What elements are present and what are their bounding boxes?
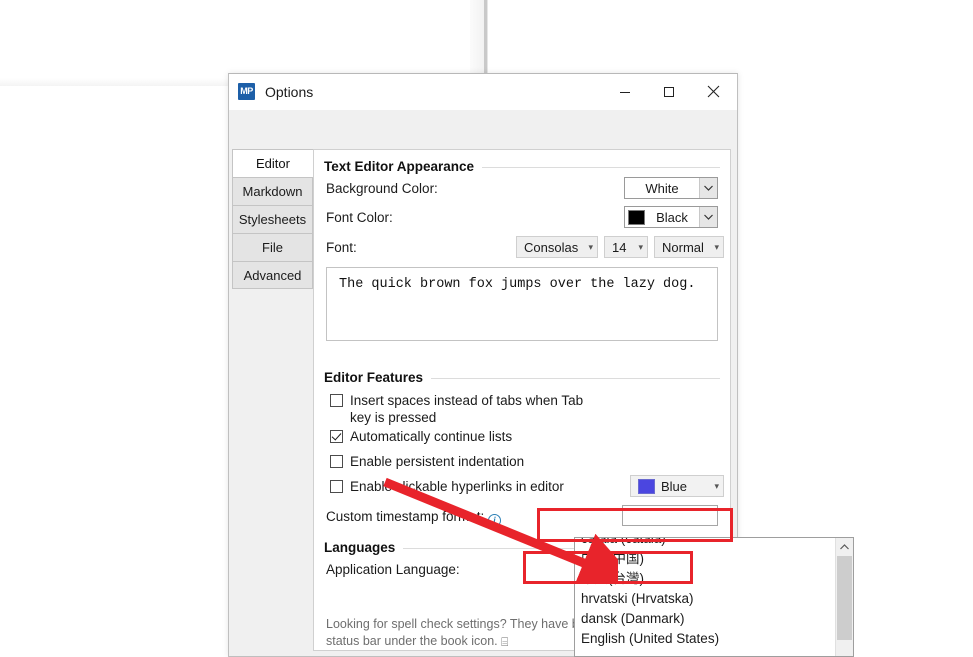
minimize-button[interactable] xyxy=(603,74,647,109)
maximize-button[interactable] xyxy=(647,74,691,109)
font-style-combo[interactable]: Normal ▾ xyxy=(654,236,724,258)
dropdown-item-dansk[interactable]: dansk (Danmark) xyxy=(575,609,837,629)
chevron-down-icon: ▾ xyxy=(588,241,593,252)
chevron-down-icon xyxy=(699,207,717,227)
tab-editor[interactable]: Editor xyxy=(232,149,313,177)
font-preview-box: The quick brown fox jumps over the lazy … xyxy=(326,267,718,341)
spell-check-hint-line-2: status bar under the book icon. xyxy=(326,634,498,648)
tab-stylesheets[interactable]: Stylesheets xyxy=(232,205,313,233)
hyperlink-color-combo[interactable]: Blue ▾ xyxy=(630,475,724,497)
font-size-value: 14 xyxy=(612,239,627,255)
checkbox-insert-spaces[interactable]: Insert spaces instead of tabs when Tab k… xyxy=(324,392,720,428)
label-custom-timestamp-text: Custom timestamp format: xyxy=(326,509,485,524)
checkbox-box[interactable] xyxy=(330,455,343,468)
label-application-language: Application Language: xyxy=(326,562,460,577)
maximize-icon xyxy=(664,86,674,97)
close-button[interactable] xyxy=(691,74,735,109)
dropdown-item-catala[interactable]: català (català) xyxy=(575,538,837,549)
chevron-down-icon: ▾ xyxy=(714,241,719,252)
label-custom-timestamp: Custom timestamp format: i xyxy=(326,509,502,527)
group-title-appearance: Text Editor Appearance xyxy=(324,159,483,174)
row-font: Font: Consolas ▾ 14 ▾ Normal ▾ xyxy=(324,236,724,267)
tab-file[interactable]: File xyxy=(232,233,313,261)
spell-check-hint-line-1: Looking for spell check settings? They h… xyxy=(326,617,614,631)
group-title-features: Editor Features xyxy=(324,370,432,385)
row-font-color: Font Color: Black xyxy=(324,206,720,236)
checkbox-label: Automatically continue lists xyxy=(350,429,513,444)
font-color-value: Black xyxy=(656,209,688,225)
checkbox-clickable-hyperlinks[interactable]: Enable clickable hyperlinks in editor Bl… xyxy=(324,475,724,505)
group-header-features: Editor Features xyxy=(324,369,720,388)
dropdown-scrollbar[interactable] xyxy=(835,538,853,656)
chevron-down-icon: ▾ xyxy=(714,480,719,491)
chevron-down-icon xyxy=(699,178,717,198)
checkbox-box[interactable] xyxy=(330,430,343,443)
background-color-value: White xyxy=(645,180,679,196)
font-style-value: Normal xyxy=(662,239,704,255)
close-icon xyxy=(707,85,719,98)
label-font-color: Font Color: xyxy=(326,210,393,225)
checkbox-box[interactable] xyxy=(330,480,343,493)
tab-markdown[interactable]: Markdown xyxy=(232,177,313,205)
dropdown-item-chinese-traditional[interactable]: 中文(台灣) xyxy=(575,569,837,589)
hyperlink-color-swatch xyxy=(638,478,655,494)
label-font: Font: xyxy=(326,240,357,255)
checkbox-label: Enable persistent indentation xyxy=(350,454,525,469)
dropdown-item-list: català (català) 中文(中国) 中文(台灣) hrvatski (… xyxy=(575,538,837,649)
dropdown-item-hrvatski[interactable]: hrvatski (Hrvatska) xyxy=(575,589,837,609)
row-custom-timestamp: Custom timestamp format: i xyxy=(324,505,720,533)
app-icon: MP xyxy=(238,83,255,100)
group-text-editor-appearance: Text Editor Appearance Background Color:… xyxy=(324,158,724,347)
group-header-appearance: Text Editor Appearance xyxy=(324,158,720,177)
dropdown-item-chinese-simplified[interactable]: 中文(中国) xyxy=(575,549,837,569)
background-color-combo[interactable]: White xyxy=(624,177,718,199)
book-icon: ⌸ xyxy=(501,635,509,649)
font-size-combo[interactable]: 14 ▾ xyxy=(604,236,648,258)
backdrop-panel-edge xyxy=(470,0,484,84)
checkbox-box[interactable] xyxy=(330,394,343,407)
title-bar: MP Options xyxy=(229,74,737,110)
settings-tab-strip: Editor Markdown Stylesheets File Advance… xyxy=(232,149,313,289)
font-color-combo[interactable]: Black xyxy=(624,206,718,228)
custom-timestamp-input[interactable] xyxy=(622,505,718,526)
font-family-combo[interactable]: Consolas ▾ xyxy=(516,236,598,258)
hyperlink-color-value: Blue xyxy=(661,478,688,494)
font-family-value: Consolas xyxy=(524,239,579,255)
dropdown-item-english-united-states[interactable]: English (United States) xyxy=(575,629,837,649)
checkbox-label: Insert spaces instead of tabs when Tab k… xyxy=(350,393,584,425)
minimize-icon xyxy=(620,91,630,93)
scrollbar-thumb[interactable] xyxy=(837,556,852,640)
tab-advanced[interactable]: Advanced xyxy=(232,261,313,289)
row-background-color: Background Color: White xyxy=(324,177,720,206)
chevron-down-icon: ▾ xyxy=(638,241,643,252)
group-editor-features: Editor Features Insert spaces instead of… xyxy=(324,369,724,533)
scroll-up-arrow-icon[interactable] xyxy=(836,538,853,555)
checkbox-auto-continue-lists[interactable]: Automatically continue lists xyxy=(324,428,720,453)
font-preview-wrapper: The quick brown fox jumps over the lazy … xyxy=(324,267,720,347)
checkbox-label: Enable clickable hyperlinks in editor xyxy=(350,479,564,494)
group-title-languages: Languages xyxy=(324,540,404,555)
font-color-swatch xyxy=(628,209,645,225)
window-title: Options xyxy=(265,83,314,100)
label-background-color: Background Color: xyxy=(326,181,438,196)
info-icon[interactable]: i xyxy=(488,514,502,527)
application-language-dropdown[interactable]: català (català) 中文(中国) 中文(台灣) hrvatski (… xyxy=(574,537,854,657)
